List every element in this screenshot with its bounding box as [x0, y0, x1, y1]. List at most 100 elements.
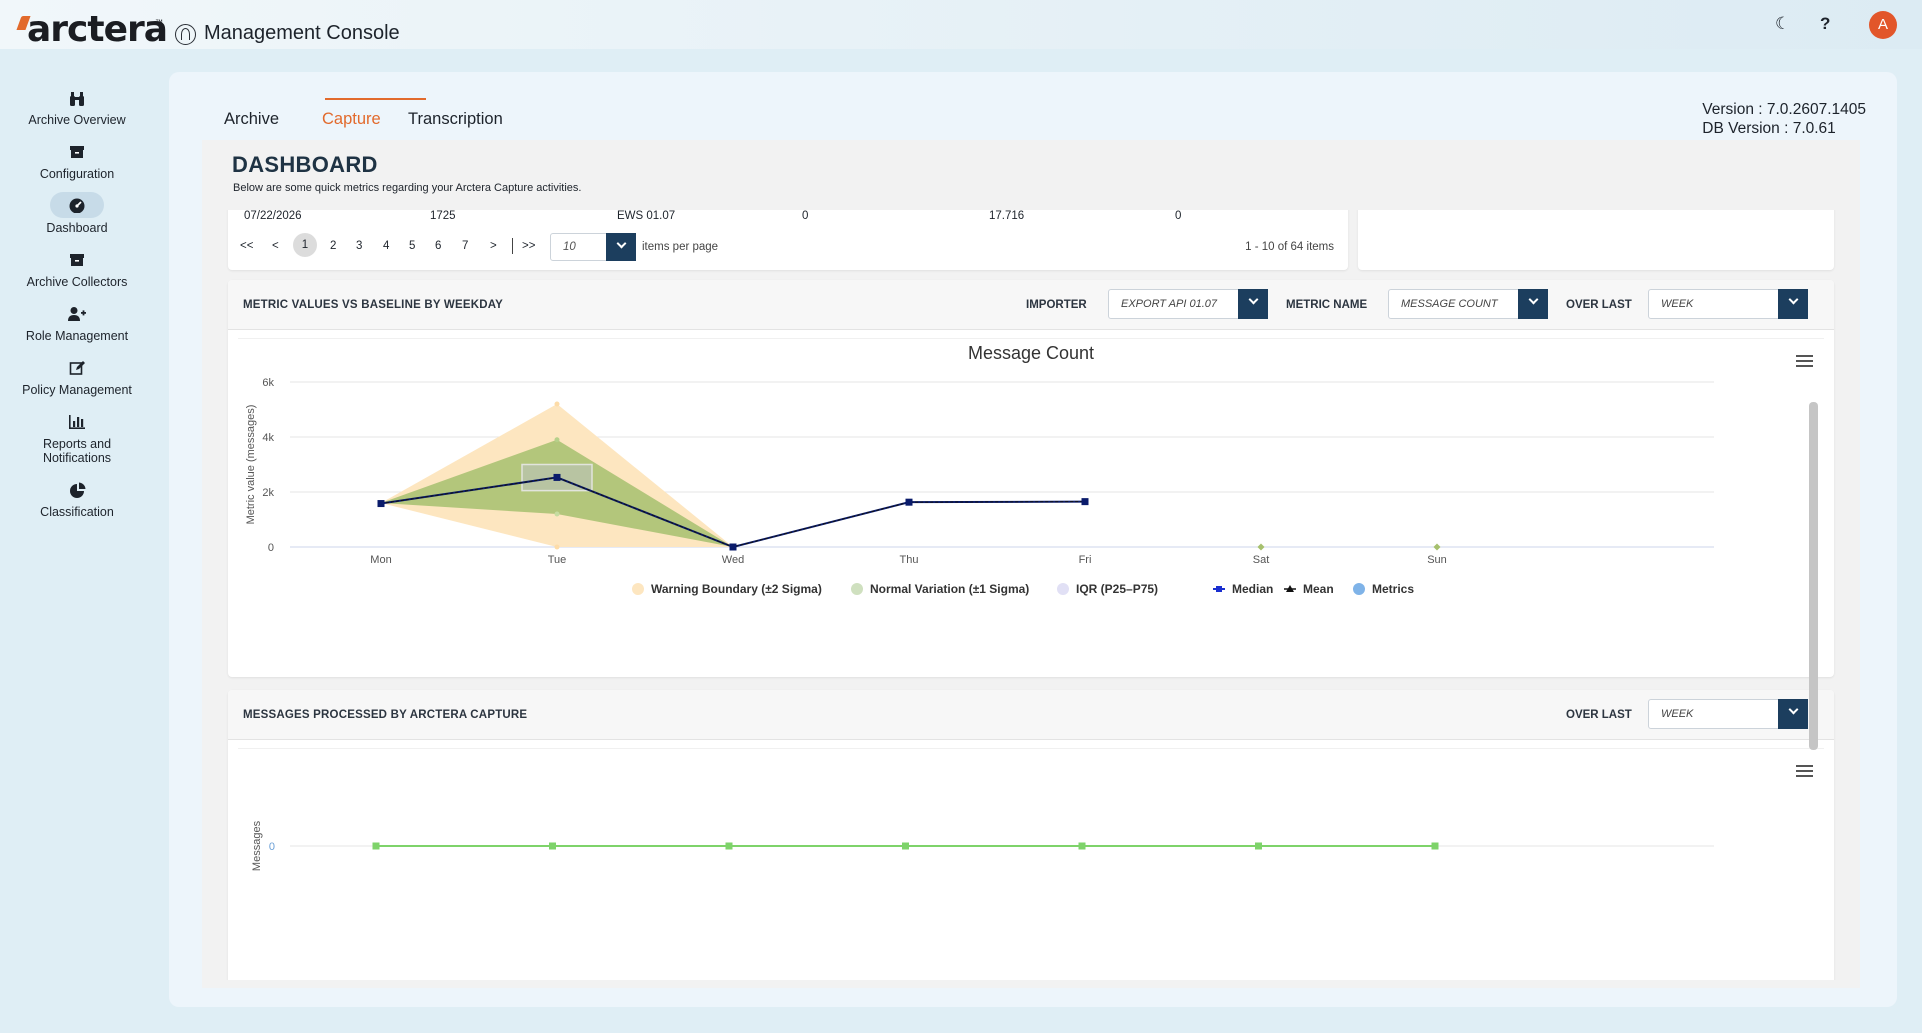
median-point — [729, 543, 737, 551]
messages-point — [1078, 842, 1086, 850]
bar-chart-icon — [65, 414, 89, 434]
page-1-button[interactable]: 1 — [293, 233, 317, 257]
dashboard-scroll-area[interactable]: 07/22/2026 1725 EWS 01.07 0 17.716 0 << … — [202, 210, 1860, 980]
importer-select[interactable]: EXPORT API 01.07 — [1108, 289, 1268, 319]
table-cell: 07/22/2026 — [244, 210, 302, 222]
chevron-down-icon[interactable] — [1778, 289, 1808, 319]
chart-menu-icon[interactable] — [1796, 765, 1813, 777]
over-last-select-value: WEEK — [1661, 298, 1694, 310]
messages-point — [549, 842, 556, 850]
pagination: << < 1 2 3 4 5 6 7 > >> 10 items per pag… — [228, 228, 1348, 264]
x-tick-label: Sun — [1427, 554, 1447, 566]
sidebar-item-reports-and-notifications[interactable]: Reports and Notifications — [0, 414, 154, 465]
legend-label: IQR (P25–P75) — [1076, 582, 1158, 596]
legend-symbol — [1353, 583, 1365, 595]
moon-icon[interactable]: ☾ — [1775, 14, 1790, 34]
legend-label: Warning Boundary (±2 Sigma) — [651, 582, 822, 596]
panel-header: MESSAGES PROCESSED BY ARCTERA CAPTURE OV… — [228, 690, 1834, 740]
prev-page-button[interactable]: < — [272, 240, 279, 252]
binoculars-icon — [65, 90, 89, 110]
page-title: DASHBOARD — [232, 152, 378, 177]
sidebar-item-label: Classification — [40, 505, 114, 519]
logo-text: arctera — [27, 9, 168, 50]
over-last-select[interactable]: WEEK — [1648, 289, 1808, 319]
page-subtitle: Below are some quick metrics regarding y… — [233, 182, 582, 194]
archive-box-icon — [65, 144, 89, 164]
tab-capture[interactable]: Capture — [322, 110, 381, 129]
over-last-select[interactable]: WEEK — [1648, 699, 1808, 729]
table-cell: EWS 01.07 — [617, 210, 676, 222]
chevron-down-icon[interactable] — [1778, 699, 1808, 729]
top-bar: arctera ™ Management Console ☾ ? A — [0, 0, 1922, 50]
chart-title: Message Count — [968, 343, 1094, 363]
chevron-down-icon[interactable] — [1238, 289, 1268, 319]
chevron-down-icon[interactable] — [606, 233, 636, 261]
x-tick-label: Mon — [370, 554, 391, 566]
metric-values-panel: METRIC VALUES VS BASELINE BY WEEKDAY IMP… — [228, 280, 1834, 677]
main-card: Archive Capture Transcription Version : … — [169, 72, 1897, 1007]
sidebar-item-classification[interactable]: Classification — [0, 482, 154, 519]
version-info: Version : 7.0.2607.1405 DB Version : 7.0… — [1702, 100, 1866, 138]
sidebar-item-label: Policy Management — [22, 383, 132, 397]
sidebar-item-policy-management[interactable]: Policy Management — [0, 360, 154, 397]
metric-name-label: METRIC NAME — [1286, 299, 1368, 311]
sidebar-item-archive-collectors[interactable]: Archive Collectors — [0, 252, 154, 289]
table-cell: 0 — [802, 210, 809, 222]
y-tick-label: 6k — [262, 377, 274, 389]
items-per-page-select[interactable]: 10 — [550, 233, 636, 261]
page-6-button[interactable]: 6 — [435, 240, 441, 252]
sidebar-item-archive-overview[interactable]: Archive Overview — [0, 90, 154, 127]
over-last-label: OVER LAST — [1566, 299, 1632, 311]
sidebar-item-label: Archive Overview — [28, 113, 126, 127]
chevron-down-icon[interactable] — [1518, 289, 1548, 319]
items-per-page-label: items per page — [642, 241, 719, 253]
vertical-scrollbar[interactable] — [1809, 402, 1818, 750]
first-page-button[interactable]: << — [240, 240, 253, 252]
median-point — [905, 498, 913, 506]
sidebar-item-role-management[interactable]: Role Management — [0, 306, 154, 343]
over-last-select-value: WEEK — [1661, 708, 1694, 720]
sidebar-item-label: Reports and Notifications — [42, 437, 112, 465]
sidebar-item-label: Role Management — [25, 329, 129, 343]
x-tick-label: Sat — [1253, 554, 1270, 566]
over-last-label: OVER LAST — [1566, 709, 1632, 721]
legend-label: Metrics — [1372, 582, 1414, 596]
chart-menu-icon[interactable] — [1796, 355, 1813, 367]
median-point — [1081, 498, 1089, 506]
page-7-button[interactable]: 7 — [462, 240, 468, 252]
help-icon[interactable]: ? — [1820, 14, 1830, 34]
legend-label: Normal Variation (±1 Sigma) — [870, 582, 1029, 596]
next-page-button[interactable]: > — [490, 240, 497, 252]
archive-box-icon — [65, 252, 89, 272]
avatar[interactable]: A — [1869, 11, 1897, 39]
db-version: DB Version : 7.0.61 — [1702, 120, 1836, 137]
panel-header: METRIC VALUES VS BASELINE BY WEEKDAY IMP… — [228, 280, 1834, 330]
tab-archive[interactable]: Archive — [224, 110, 279, 129]
pie-chart-icon — [65, 482, 89, 502]
y-tick-label: 0 — [269, 841, 275, 853]
sidebar-item-dashboard[interactable]: Dashboard — [0, 192, 154, 235]
panel-title: MESSAGES PROCESSED BY ARCTERA CAPTURE — [243, 709, 528, 721]
importer-label: IMPORTER — [1026, 299, 1087, 311]
sidebar-item-label: Archive Collectors — [26, 275, 128, 289]
table-cell: 1725 — [430, 210, 456, 222]
metric-point — [1433, 543, 1441, 551]
console-user-icon — [175, 24, 196, 45]
last-page-button[interactable]: >> — [522, 240, 535, 252]
page-5-button[interactable]: 5 — [409, 240, 415, 252]
logo-trademark: ™ — [155, 18, 163, 27]
page-4-button[interactable]: 4 — [383, 240, 389, 252]
y-tick-label: 0 — [268, 542, 274, 554]
sidebar-item-configuration[interactable]: Configuration — [0, 144, 154, 181]
items-per-page-value: 10 — [563, 241, 576, 253]
messages-point — [725, 842, 733, 850]
page-3-button[interactable]: 3 — [356, 240, 362, 252]
metric-name-select[interactable]: MESSAGE COUNT — [1388, 289, 1548, 319]
messages-processed-chart: 0 Messages — [251, 820, 1714, 871]
legend-symbol — [851, 583, 863, 595]
page-2-button[interactable]: 2 — [330, 240, 336, 252]
legend-label: Median — [1232, 582, 1273, 596]
band-point — [554, 401, 560, 407]
legend-symbol — [1216, 586, 1222, 592]
tab-transcription[interactable]: Transcription — [408, 110, 503, 129]
